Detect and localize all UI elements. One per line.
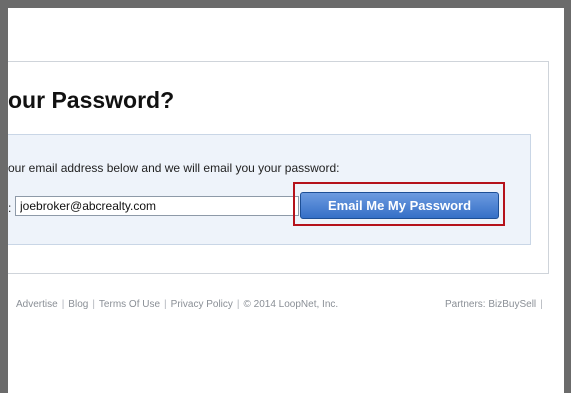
footer-link-terms[interactable]: Terms Of Use: [99, 299, 160, 310]
footer-separator: |: [164, 299, 167, 310]
window-frame-right: [564, 0, 571, 393]
page-title: our Password?: [8, 87, 175, 113]
footer-link-privacy[interactable]: Privacy Policy: [171, 299, 233, 310]
footer-partners: Partners: BizBuySell |: [445, 299, 543, 310]
page-content: our Password? our email address below an…: [8, 8, 564, 393]
window-frame-left: [0, 0, 8, 393]
footer-links: Advertise | Blog | Terms Of Use | Privacy Poli…: [16, 299, 338, 310]
footer-separator: |: [61, 299, 65, 310]
footer-separator: |: [92, 299, 95, 310]
instructions-text: our email address below and we will emai…: [8, 161, 340, 175]
email-field-label: :: [8, 201, 12, 215]
footer-separator: |: [236, 299, 240, 310]
footer-link-advertise[interactable]: Advertise: [16, 299, 58, 310]
footer-link-blog[interactable]: Blog: [68, 299, 88, 310]
window-frame-top: [0, 0, 571, 8]
email-password-button[interactable]: Email Me My Password: [300, 192, 499, 219]
email-field[interactable]: [15, 196, 299, 216]
partners-label: Partners:: [445, 299, 486, 310]
footer-separator: |: [540, 299, 543, 310]
footer-copyright: © 2014 LoopNet, Inc.: [243, 299, 339, 310]
partner-link-bizbuysell[interactable]: BizBuySell: [488, 299, 536, 310]
